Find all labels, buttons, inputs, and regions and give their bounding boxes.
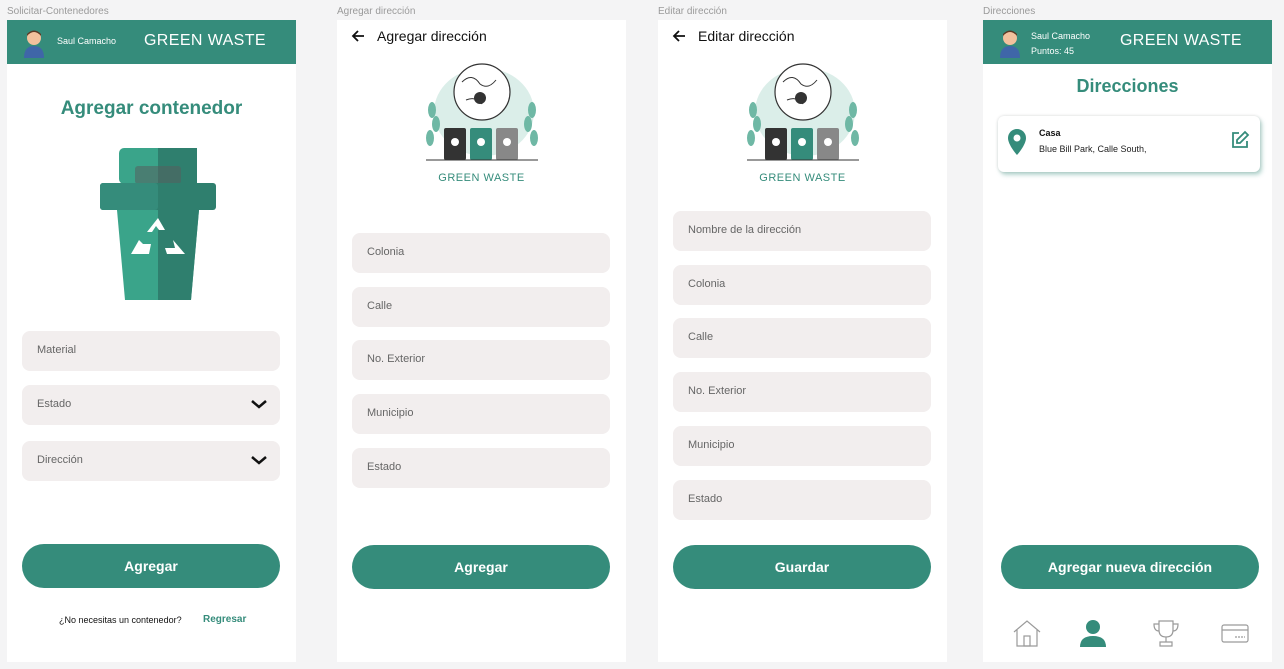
municipio-field[interactable]: Municipio bbox=[673, 426, 931, 466]
nombre-direccion-field[interactable]: Nombre de la dirección bbox=[673, 211, 931, 251]
back-arrow-icon[interactable] bbox=[351, 29, 365, 43]
address-card[interactable]: Casa Blue Bill Park, Calle South, bbox=[998, 116, 1260, 172]
chevron-down-icon bbox=[251, 400, 267, 409]
screen-agregar-direccion: Agregar dirección GREEN WASTE Colonia Ca… bbox=[337, 20, 626, 662]
logo-text: GREEN WASTE bbox=[759, 172, 846, 184]
frame-label-agregar: Agregar dirección bbox=[337, 6, 416, 17]
trophy-icon[interactable] bbox=[1151, 618, 1181, 648]
screen-direcciones: Saul Camacho Puntos: 45 GREEN WASTE Dire… bbox=[983, 20, 1272, 662]
bottom-nav bbox=[983, 608, 1272, 662]
brand-title: GREEN WASTE bbox=[143, 32, 266, 49]
direccion-select-label: Dirección bbox=[37, 454, 83, 466]
user-name: Saul Camacho bbox=[57, 36, 117, 46]
estado-field[interactable]: Estado bbox=[352, 448, 610, 488]
guardar-button[interactable]: Guardar bbox=[673, 545, 931, 589]
user-points: Puntos: 45 bbox=[1031, 46, 1075, 56]
page-title: Agregar contenedor bbox=[60, 98, 243, 119]
estado-field[interactable]: Estado bbox=[673, 480, 931, 520]
green-waste-logo-icon bbox=[747, 63, 859, 161]
user-name: Saul Camacho bbox=[1031, 31, 1091, 41]
avatar[interactable] bbox=[998, 28, 1022, 58]
edit-icon[interactable] bbox=[1230, 130, 1250, 150]
colonia-field[interactable]: Colonia bbox=[673, 265, 931, 305]
app-header: Saul Camacho GREEN WASTE bbox=[7, 20, 296, 64]
page-title: Agregar dirección bbox=[377, 28, 487, 44]
home-icon[interactable] bbox=[1012, 618, 1042, 648]
frame-label-editar: Editar dirección bbox=[658, 6, 727, 17]
estado-select[interactable]: Estado bbox=[22, 385, 280, 425]
brand-title: GREEN WASTE bbox=[1119, 32, 1242, 49]
agregar-button[interactable]: Agregar bbox=[22, 544, 280, 588]
footer-question: ¿No necesitas un contenedor? bbox=[59, 615, 182, 625]
location-pin-icon bbox=[1008, 129, 1026, 155]
card-icon[interactable] bbox=[1220, 618, 1250, 648]
app-header: Saul Camacho Puntos: 45 GREEN WASTE bbox=[983, 20, 1272, 64]
logo-text: GREEN WASTE bbox=[438, 172, 525, 184]
chevron-down-icon bbox=[251, 456, 267, 465]
user-info: Saul Camacho Puntos: 45 bbox=[1031, 29, 1090, 59]
user-icon[interactable] bbox=[1078, 618, 1108, 648]
screen-editar-direccion: Editar dirección GREEN WASTE Nombre de l… bbox=[658, 20, 947, 662]
no-exterior-field[interactable]: No. Exterior bbox=[352, 340, 610, 380]
frame-label-direcciones: Direcciones bbox=[983, 6, 1036, 17]
colonia-field[interactable]: Colonia bbox=[352, 233, 610, 273]
address-detail: Blue Bill Park, Calle South, bbox=[1039, 144, 1147, 154]
municipio-field[interactable]: Municipio bbox=[352, 394, 610, 434]
avatar[interactable] bbox=[22, 28, 46, 58]
page-title: Editar dirección bbox=[698, 28, 795, 44]
material-field[interactable]: Material bbox=[22, 331, 280, 371]
regresar-link[interactable]: Regresar bbox=[203, 614, 246, 625]
direccion-select[interactable]: Dirección bbox=[22, 441, 280, 481]
frame-label-solicitar: Solicitar-Contenedores bbox=[7, 6, 109, 17]
top-bar: Agregar dirección bbox=[351, 28, 487, 44]
page-title: Direcciones bbox=[1076, 76, 1179, 96]
agregar-button[interactable]: Agregar bbox=[352, 545, 610, 589]
estado-select-label: Estado bbox=[37, 398, 72, 410]
calle-field[interactable]: Calle bbox=[673, 318, 931, 358]
green-waste-logo-icon bbox=[426, 63, 538, 161]
top-bar: Editar dirección bbox=[672, 28, 795, 44]
screen-solicitar-contenedores: Saul Camacho GREEN WASTE Agregar contene… bbox=[7, 20, 296, 662]
no-exterior-field[interactable]: No. Exterior bbox=[673, 372, 931, 412]
calle-field[interactable]: Calle bbox=[352, 287, 610, 327]
address-name: Casa bbox=[1039, 128, 1061, 138]
back-arrow-icon[interactable] bbox=[672, 29, 686, 43]
recycle-bin-icon bbox=[100, 148, 216, 300]
agregar-nueva-direccion-button[interactable]: Agregar nueva dirección bbox=[1001, 545, 1259, 589]
